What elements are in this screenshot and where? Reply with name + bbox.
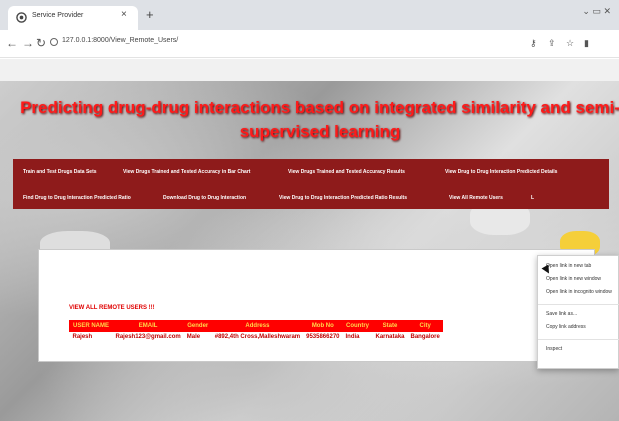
column-header: Mob No — [302, 320, 344, 332]
column-header: State — [371, 320, 409, 332]
ctx-open-incognito[interactable]: Open link in incognito window — [546, 289, 612, 295]
ctx-inspect[interactable]: Inspect — [546, 346, 562, 352]
remote-users-table: USER NAME EMAIL Gender Address Mob No Co… — [68, 320, 444, 343]
browser-toolbar: ← → ↻ 127.0.0.1:8000/View_Remote_Users/ … — [0, 30, 619, 58]
menu-download[interactable]: Download Drug to Drug Interaction — [163, 195, 246, 201]
address-bar[interactable]: 127.0.0.1:8000/View_Remote_Users/ — [62, 37, 178, 44]
back-icon[interactable]: ← — [6, 36, 18, 50]
column-header: USER NAME — [68, 320, 114, 332]
reload-icon[interactable]: ↻ — [36, 36, 46, 50]
browser-tab[interactable]: Service Provider × — [8, 6, 138, 30]
page-viewport: Predicting drug-drug interactions based … — [0, 59, 619, 421]
table-cell: Male — [186, 334, 201, 340]
site-title: Predicting drug-drug interactions based … — [20, 96, 619, 144]
site-info-icon[interactable] — [50, 38, 58, 46]
menu-train-test[interactable]: Train and Test Drugs Data Sets — [23, 169, 97, 175]
star-icon[interactable]: ☆ — [566, 38, 574, 49]
table-cell: 9535866270 — [306, 334, 340, 340]
menu-ratio-results[interactable]: View Drug to Drug Interaction Predicted … — [279, 195, 407, 201]
table-header-row: USER NAME EMAIL Gender Address Mob No Co… — [68, 320, 444, 332]
table-cell: #892,4th Cross,Malleshwaram — [214, 334, 301, 340]
menu-bar-chart[interactable]: View Drugs Trained and Tested Accuracy i… — [123, 169, 250, 175]
table-cell: Rajesh — [72, 334, 93, 340]
column-header: Address — [211, 320, 304, 332]
table-cell: India — [345, 334, 360, 340]
sidebar-icon[interactable]: ▮ — [584, 38, 589, 49]
menu-predicted-details[interactable]: View Drug to Drug Interaction Predicted … — [445, 169, 557, 175]
browser-tab-strip: Service Provider × + ⌄ ▭ ✕ — [0, 0, 619, 30]
ctx-save-link[interactable]: Save link as... — [546, 311, 577, 317]
key-icon[interactable]: ⚷ — [530, 38, 537, 49]
menu-find-ratio[interactable]: Find Drug to Drug Interaction Predicted … — [23, 195, 131, 201]
ctx-copy-link[interactable]: Copy link address — [546, 324, 586, 330]
forward-icon[interactable]: → — [22, 36, 34, 50]
new-tab-icon[interactable]: + — [146, 7, 154, 22]
site-favicon-icon — [16, 12, 27, 23]
table-cell: Rajesh123@gmail.com — [115, 334, 181, 340]
site-title-line2: supervised learning — [239, 122, 401, 141]
remote-users-heading: VIEW ALL REMOTE USERS !!! — [69, 305, 155, 311]
remote-users-panel: VIEW ALL REMOTE USERS !!! USER NAME EMAI… — [38, 249, 595, 362]
table-cell: Karnataka — [375, 334, 405, 340]
ctx-open-new-window[interactable]: Open link in new window — [546, 276, 601, 282]
ctx-divider — [538, 304, 619, 305]
menu-remote-users[interactable]: View All Remote Users — [449, 195, 503, 201]
ctx-open-new-tab[interactable]: Open link in new tab — [546, 263, 591, 269]
tab-close-icon[interactable]: × — [121, 9, 127, 20]
table-row: Rajesh Rajesh123@gmail.com Male #892,4th… — [70, 332, 443, 343]
table-cell: Bangalore — [410, 334, 440, 340]
column-header: Country — [342, 320, 373, 332]
column-header: City — [407, 320, 444, 332]
window-controls[interactable]: ⌄ ▭ ✕ — [582, 6, 611, 17]
menu-accuracy-results[interactable]: View Drugs Trained and Tested Accuracy R… — [288, 169, 405, 175]
ctx-divider — [538, 339, 619, 340]
main-menu: Train and Test Drugs Data Sets View Drug… — [13, 159, 609, 209]
column-header: EMAIL — [112, 320, 185, 332]
menu-logout[interactable]: L — [531, 195, 534, 201]
tab-title: Service Provider — [32, 12, 84, 19]
share-icon[interactable]: ⇪ — [548, 38, 556, 49]
site-title-line1: Predicting drug-drug interactions based … — [20, 98, 619, 117]
column-header: Gender — [183, 320, 213, 332]
